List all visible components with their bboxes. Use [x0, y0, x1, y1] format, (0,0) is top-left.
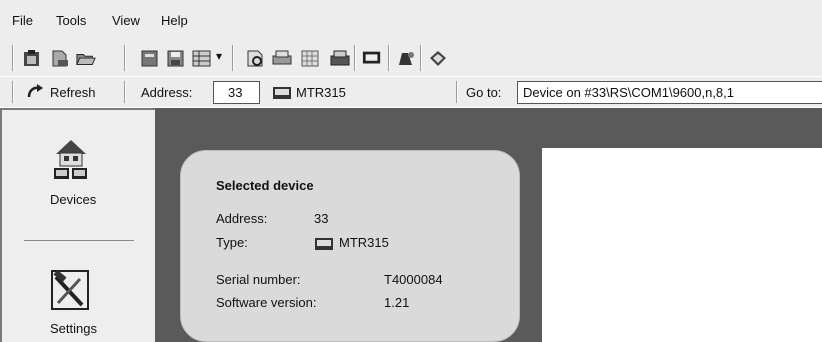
- toolbar-separator: [354, 45, 356, 71]
- open-folder-icon[interactable]: [76, 50, 96, 67]
- menu-tools[interactable]: Tools: [56, 13, 86, 28]
- sidebar-divider: [24, 240, 134, 241]
- device-type-label: MTR315: [296, 85, 346, 100]
- settings-icon: [51, 269, 89, 310]
- card-title: Selected device: [216, 178, 314, 193]
- toolbar-separator: [420, 45, 422, 71]
- refresh-button[interactable]: Refresh: [20, 82, 116, 102]
- menu-bar: File Tools View Help: [0, 0, 822, 38]
- toolbar-separator: [124, 45, 126, 71]
- type-field-value: MTR315: [339, 235, 389, 250]
- address-bar-separator: [124, 81, 126, 103]
- printer-icon[interactable]: [330, 50, 350, 67]
- address-field-value: 33: [314, 211, 329, 226]
- menu-view[interactable]: View: [112, 13, 140, 28]
- save-icon[interactable]: [166, 50, 186, 67]
- sidebar-item-label: Settings: [50, 321, 97, 336]
- goto-input[interactable]: Device on #33\RS\COM1\9600,n,8,1: [517, 81, 822, 104]
- sidebar-item-settings[interactable]: Settings: [30, 265, 130, 342]
- toolbar-separator: [232, 45, 234, 71]
- toolbar-separator: [388, 45, 390, 71]
- software-field-value: 1.21: [384, 295, 410, 310]
- address-input-value: 33: [228, 85, 243, 100]
- grid-icon[interactable]: [300, 50, 320, 67]
- toolbar-grip: [12, 45, 14, 71]
- print-icon[interactable]: [272, 50, 292, 67]
- address-input[interactable]: 33: [213, 81, 260, 104]
- goto-label: Go to:: [466, 85, 502, 100]
- document-icon[interactable]: [140, 50, 160, 67]
- refresh-icon: [27, 84, 43, 98]
- software-field-label: Software version:: [216, 295, 317, 310]
- device-type-icon: [273, 87, 291, 99]
- clipboard-icon[interactable]: [22, 50, 42, 67]
- preview-icon[interactable]: [246, 50, 266, 67]
- diamond-tool-icon[interactable]: [428, 50, 448, 67]
- selected-device-card: Selected device Address: 33 Type: MTR315…: [180, 150, 520, 342]
- gear-bell-icon[interactable]: [396, 50, 416, 67]
- device-type-icon: [315, 238, 333, 250]
- goto-input-value: Device on #33\RS\COM1\9600,n,8,1: [523, 85, 735, 100]
- address-label: Address:: [141, 85, 193, 100]
- menu-help[interactable]: Help: [161, 13, 188, 28]
- table-icon[interactable]: [192, 50, 212, 67]
- address-bar-separator: [456, 81, 458, 103]
- address-bar-grip: [12, 81, 14, 103]
- sidebar-item-devices[interactable]: Devices: [30, 130, 130, 220]
- new-document-icon[interactable]: [50, 50, 70, 67]
- dropdown-arrow-icon[interactable]: ▾: [216, 49, 222, 63]
- content-panel: [542, 148, 822, 342]
- serial-field-value: T4000084: [384, 272, 443, 287]
- menu-file[interactable]: File: [12, 13, 33, 28]
- serial-field-label: Serial number:: [216, 272, 301, 287]
- sidebar-item-label: Devices: [50, 192, 97, 207]
- refresh-label: Refresh: [50, 85, 96, 100]
- address-field-label: Address:: [216, 211, 268, 226]
- monitor-icon[interactable]: [362, 50, 382, 67]
- type-field-label: Type:: [216, 235, 248, 250]
- devices-icon: [54, 140, 87, 179]
